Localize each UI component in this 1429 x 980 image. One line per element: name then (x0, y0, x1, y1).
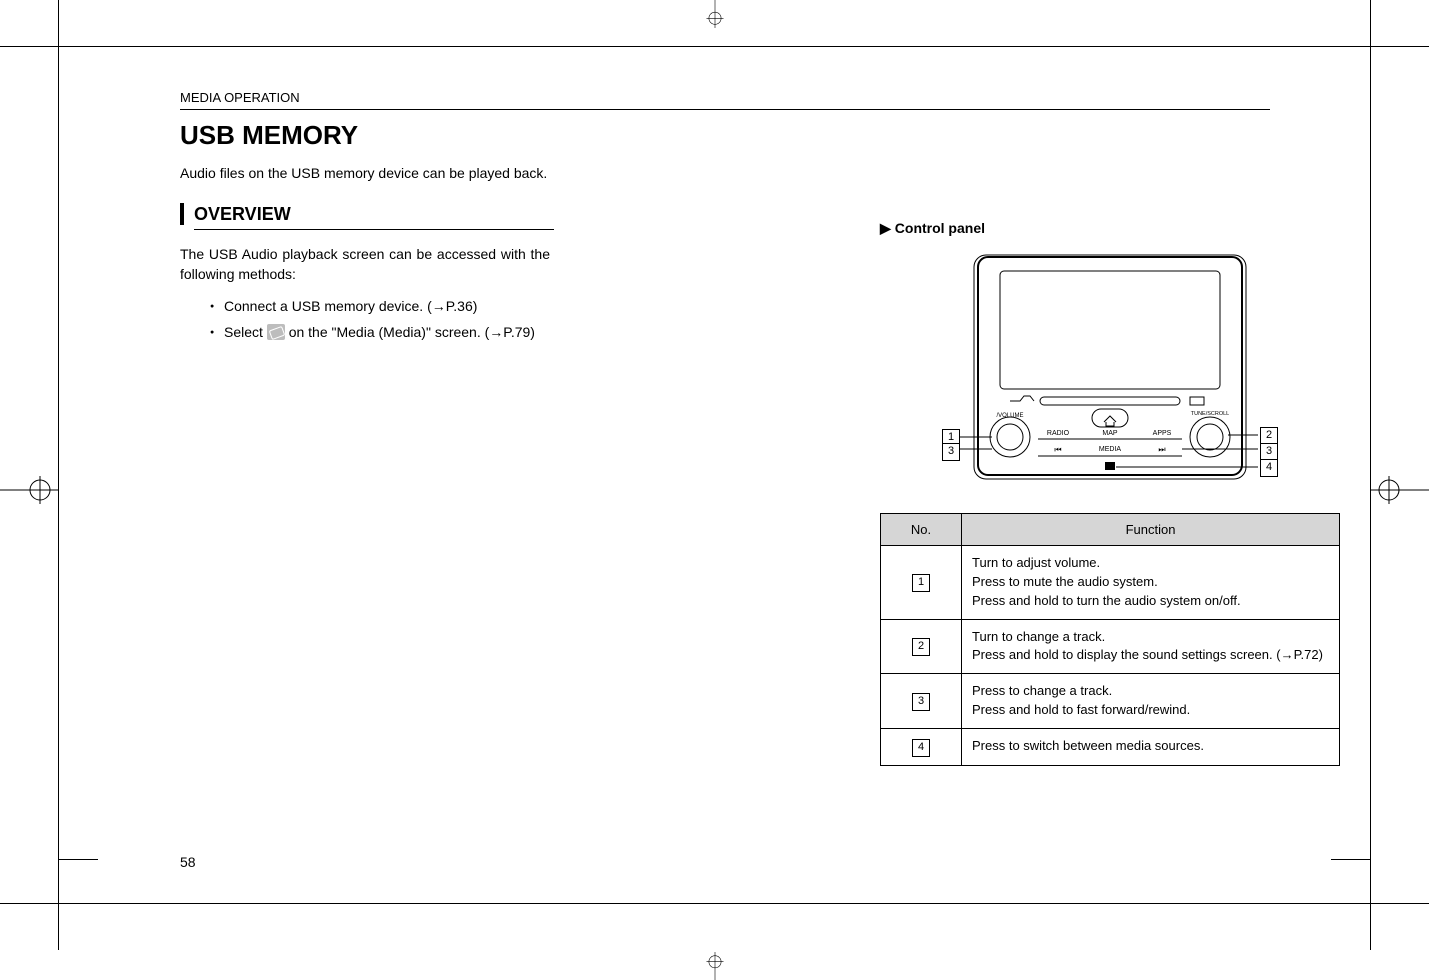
registration-mark-left (0, 476, 58, 504)
table-header-no: No. (881, 514, 962, 546)
crop-mark (0, 46, 58, 47)
page-number: 58 (180, 854, 196, 870)
map-button-label: MAP (1102, 430, 1118, 437)
callout-3-left: 3 (942, 443, 960, 461)
boxed-number: 2 (912, 638, 930, 656)
table-cell-no: 2 (881, 619, 962, 674)
control-panel-figure: RADIO MAP APPS ⏮ MEDIA ⏭ /VOLUME TUNE/SC… (950, 249, 1270, 489)
list-item-text-pre: Select (224, 324, 267, 340)
function-table: No. Function 1 Turn to adjust volume. Pr… (880, 513, 1340, 766)
media-button-label: MEDIA (1099, 446, 1122, 453)
lead-paragraph: Audio files on the USB memory device can… (180, 165, 1270, 181)
table-row: 4 Press to switch between media sources. (881, 728, 1340, 765)
volume-knob-label: /VOLUME (996, 413, 1023, 419)
table-header-row: No. Function (881, 514, 1340, 546)
registration-mark-right (1371, 476, 1429, 504)
subheading-rule (194, 229, 554, 230)
table-cell-no: 4 (881, 728, 962, 765)
crop-mark (1371, 903, 1429, 904)
running-header: MEDIA OPERATION (180, 90, 1270, 105)
boxed-number: 1 (912, 574, 930, 592)
table-cell-function: Press to change a track. Press and hold … (962, 674, 1340, 729)
right-column: ▶Control panel (880, 220, 1340, 766)
list-item-text: Connect a USB memory device. (→P.36) (224, 298, 477, 314)
source-switch-icon (1105, 462, 1115, 470)
registration-mark-bottom (701, 952, 729, 980)
table-header-function: Function (962, 514, 1340, 546)
content-area: MEDIA OPERATION USB MEMORY Audio files o… (180, 90, 1270, 346)
crop-mark (1370, 0, 1371, 46)
table-cell-function: Press to switch between media sources. (962, 728, 1340, 765)
crop-mark (0, 903, 58, 904)
crop-mark (58, 904, 59, 950)
tune-knob-label: TUNE/SCROLL (1191, 411, 1230, 417)
radio-button-label: RADIO (1047, 430, 1070, 437)
table-cell-function: Turn to change a track. Press and hold t… (962, 619, 1340, 674)
boxed-number: 3 (912, 693, 930, 711)
table-cell-no: 3 (881, 674, 962, 729)
apps-button-label: APPS (1153, 430, 1172, 437)
triangle-right-icon: ▶ (880, 220, 891, 237)
page: MEDIA OPERATION USB MEMORY Audio files o… (0, 0, 1429, 980)
crop-mark (1331, 859, 1371, 860)
boxed-number: 4 (912, 739, 930, 757)
subheading: OVERVIEW (194, 204, 291, 225)
page-title: USB MEMORY (180, 120, 1270, 151)
overview-paragraph: The USB Audio playback screen can be acc… (180, 244, 550, 285)
list-item: Select on the "Media (Media)" screen. (→… (210, 319, 550, 346)
control-panel-heading-text: Control panel (895, 220, 985, 236)
next-track-icon: ⏭ (1158, 445, 1165, 454)
prev-track-icon: ⏮ (1054, 445, 1061, 454)
control-panel-heading: ▶Control panel (880, 220, 1340, 237)
table-cell-function: Turn to adjust volume. Press to mute the… (962, 546, 1340, 620)
table-row: 2 Turn to change a track. Press and hold… (881, 619, 1340, 674)
table-row: 3 Press to change a track. Press and hol… (881, 674, 1340, 729)
crop-mark (58, 0, 59, 46)
registration-mark-top (701, 0, 729, 28)
usb-icon (267, 324, 285, 340)
crop-mark (58, 859, 98, 860)
list-item-text-post: on the "Media (Media)" screen. (→P.79) (285, 324, 535, 340)
callout-4: 4 (1260, 459, 1278, 477)
header-rule (180, 109, 1270, 110)
list-item: Connect a USB memory device. (→P.36) (210, 293, 550, 320)
subheading-bar-icon (180, 203, 184, 225)
crop-mark (1371, 46, 1429, 47)
crop-mark (1370, 904, 1371, 950)
table-cell-no: 1 (881, 546, 962, 620)
table-row: 1 Turn to adjust volume. Press to mute t… (881, 546, 1340, 620)
method-list: Connect a USB memory device. (→P.36) Sel… (210, 293, 550, 346)
control-panel-illustration: RADIO MAP APPS ⏮ MEDIA ⏭ /VOLUME TUNE/SC… (950, 249, 1270, 489)
